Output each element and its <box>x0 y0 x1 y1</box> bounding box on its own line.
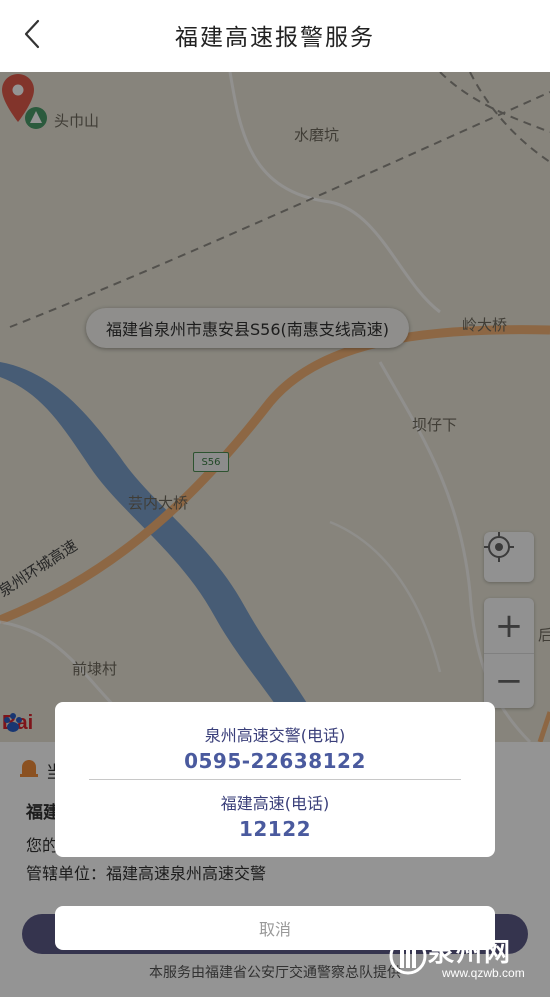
watermark-logo-icon <box>389 937 427 975</box>
watermark: 泉州网 www.qzwb.com <box>388 928 548 994</box>
contact-number: 0595-22638122 <box>184 749 366 773</box>
modal-overlay[interactable] <box>0 72 550 997</box>
contact-number: 12122 <box>238 817 312 841</box>
watermark-name: 泉州网 <box>428 938 513 968</box>
divider <box>89 779 461 780</box>
contact-dialog: 泉州高速交警(电话) 0595-22638122 福建高速(电话) 12122 <box>55 702 495 857</box>
header-bar: 福建高速报警服务 <box>0 0 550 72</box>
contact-label: 泉州高速交警(电话) <box>204 726 346 745</box>
watermark-url: www.qzwb.com <box>442 966 525 980</box>
contact-label: 福建高速(电话) <box>220 794 330 813</box>
page-title: 福建高速报警服务 <box>175 25 375 51</box>
contact-fujian[interactable]: 福建高速(电话) 12122 <box>55 790 495 841</box>
contact-quanzhou[interactable]: 泉州高速交警(电话) 0595-22638122 <box>55 722 495 773</box>
